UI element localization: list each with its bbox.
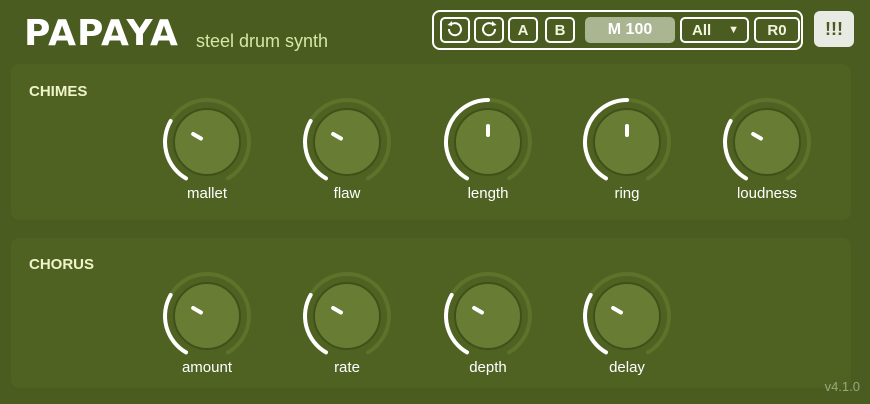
app-subtitle: steel drum synth (196, 31, 329, 51)
knob-dial (723, 98, 811, 181)
knob-depth[interactable]: depth (438, 264, 538, 394)
knob-loudness[interactable]: loudness (717, 90, 817, 220)
knob-face (454, 282, 522, 350)
knob-flaw[interactable]: flaw (297, 90, 397, 220)
knob-rate[interactable]: rate (297, 264, 397, 394)
knob-dial (444, 272, 532, 355)
knob-face (173, 282, 241, 350)
knob-label: amount (181, 359, 233, 376)
header: PAPAYA steel drum synth A B M 100 All ▼ … (0, 0, 870, 62)
reset-button[interactable]: R0 (754, 17, 800, 43)
toolbar: A B M 100 All ▼ R0 (432, 10, 803, 50)
app-title: PAPAYA (24, 13, 179, 54)
knob-label: ring (614, 185, 640, 202)
knob-label: length (467, 185, 509, 202)
undo-icon (447, 21, 462, 37)
knob-label: depth (469, 359, 507, 376)
knob-label: flaw (333, 185, 361, 202)
knob-dial (444, 98, 532, 181)
preset-b-button[interactable]: B (545, 17, 575, 43)
chevron-down-icon: ▼ (728, 24, 739, 36)
undo-button[interactable] (440, 17, 470, 43)
knob-face (593, 108, 661, 176)
channel-value: All (692, 21, 712, 39)
knob-dial (303, 272, 391, 355)
knob-face (733, 108, 801, 176)
knob-face (454, 108, 522, 176)
redo-button[interactable] (474, 17, 504, 43)
knob-face (173, 108, 241, 176)
knob-dial (583, 98, 671, 181)
chimes-title: CHIMES (29, 83, 88, 100)
knob-dial (163, 98, 251, 181)
knob-label: rate (334, 359, 360, 376)
chorus-panel: CHORUS amount rate depth delay (11, 238, 851, 388)
knob-face (313, 282, 381, 350)
knob-ring[interactable]: ring (577, 90, 677, 220)
knob-label: delay (609, 359, 645, 376)
knob-mallet[interactable]: mallet (157, 90, 257, 220)
knob-amount[interactable]: amount (157, 264, 257, 394)
knob-delay[interactable]: delay (577, 264, 677, 394)
knob-label: loudness (736, 185, 798, 202)
knob-length[interactable]: length (438, 90, 538, 220)
knob-dial (583, 272, 671, 355)
chorus-title: CHORUS (29, 256, 95, 273)
knob-face (313, 108, 381, 176)
menu-button[interactable]: !!! (814, 11, 854, 47)
version-label: v4.1.0 (824, 379, 860, 394)
chimes-panel: CHIMES mallet flaw length ring loudness (11, 64, 851, 220)
knob-label: mallet (186, 185, 227, 202)
knob-dial (163, 272, 251, 355)
preset-a-button[interactable]: A (508, 17, 538, 43)
knob-dial (303, 98, 391, 181)
redo-icon (482, 21, 497, 37)
channel-select[interactable]: All ▼ (680, 17, 749, 43)
midi-learn-button[interactable]: M 100 (585, 17, 675, 43)
knob-face (593, 282, 661, 350)
